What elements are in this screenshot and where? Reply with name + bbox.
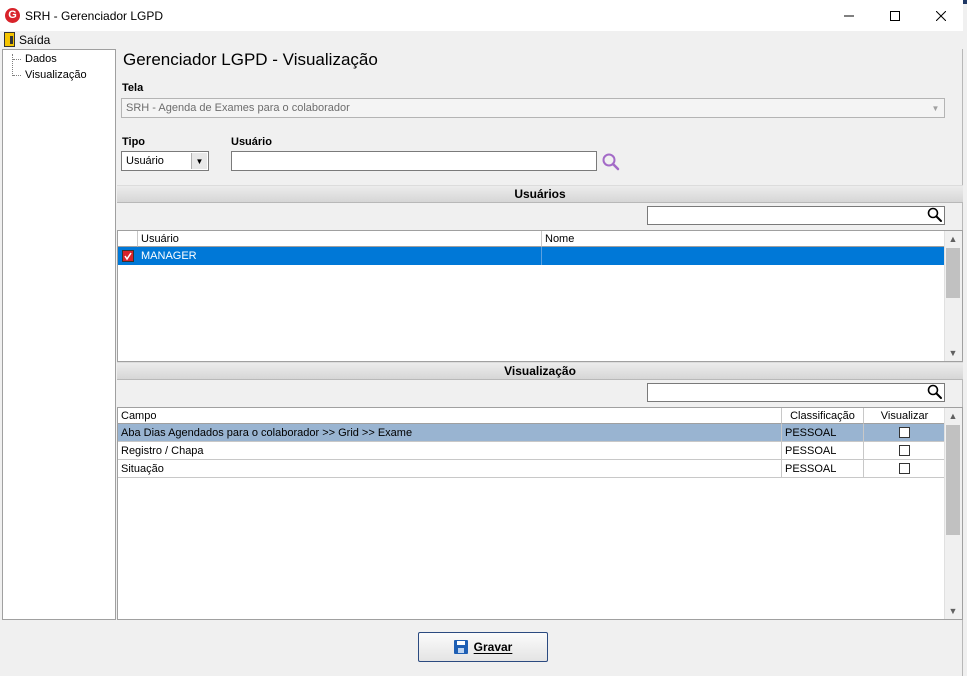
app-window: G SRH - Gerenciador LGPD Saída Dados Vis…: [0, 0, 963, 676]
cell-visualizar: [864, 424, 946, 442]
srh-logo-icon: G: [5, 8, 20, 23]
cell-campo: Situação: [118, 460, 782, 478]
page-title: Gerenciador LGPD - Visualização: [123, 50, 378, 69]
table-header-visualizar[interactable]: Visualizar: [864, 408, 946, 424]
usuarios-search-input[interactable]: [647, 206, 945, 225]
tipo-select[interactable]: Usuário ▼: [121, 151, 209, 171]
visualizacao-grid: Campo Classificação Visualizar Aba Dias …: [117, 407, 963, 620]
table-header-campo[interactable]: Campo: [118, 408, 782, 424]
tela-combobox[interactable]: SRH - Agenda de Exames para o colaborado…: [121, 98, 945, 118]
cell-usuario: MANAGER: [138, 247, 542, 265]
scroll-thumb[interactable]: [946, 425, 960, 535]
cell-campo: Registro / Chapa: [118, 442, 782, 460]
cell-visualizar: [864, 442, 946, 460]
close-button[interactable]: [918, 0, 964, 31]
scroll-down-icon[interactable]: ▼: [945, 603, 961, 619]
table-row[interactable]: MANAGER: [118, 247, 946, 265]
visualizacao-scrollbar[interactable]: ▲ ▼: [944, 408, 962, 619]
cell-classificacao: PESSOAL: [782, 460, 864, 478]
menu-exit[interactable]: Saída: [19, 33, 50, 47]
table-header-usuario[interactable]: Usuário: [138, 231, 542, 247]
usuarios-section-header: Usuários: [117, 185, 963, 203]
row-checkbox[interactable]: [122, 250, 134, 262]
cell-campo: Aba Dias Agendados para o colaborador >>…: [118, 424, 782, 442]
floppy-disk-icon: [453, 640, 468, 654]
cell-nome: [542, 247, 946, 265]
menu-bar: [0, 31, 963, 49]
usuario-label: Usuário: [231, 136, 272, 148]
visualizacao-search-input[interactable]: [647, 383, 945, 402]
visualizacao-section-header: Visualização: [117, 362, 963, 380]
scroll-down-icon[interactable]: ▼: [945, 345, 961, 361]
cell-visualizar: [864, 460, 946, 478]
scroll-up-icon[interactable]: ▲: [945, 231, 961, 247]
tree-item-visualizacao[interactable]: Visualização: [25, 69, 87, 81]
search-icon[interactable]: [601, 152, 621, 172]
visualizar-checkbox[interactable]: [899, 445, 910, 456]
cell-classificacao: PESSOAL: [782, 424, 864, 442]
table-header-classificacao[interactable]: Classificação: [782, 408, 864, 424]
usuarios-grid: Usuário Nome MANAGER ▲ ▼: [117, 230, 963, 362]
search-icon[interactable]: [926, 383, 944, 401]
tipo-value: Usuário: [126, 155, 164, 167]
scroll-thumb[interactable]: [946, 248, 960, 298]
save-button-label: Gravar: [473, 640, 513, 654]
table-header-check: [118, 231, 138, 247]
minimize-button[interactable]: [826, 0, 872, 31]
maximize-icon: [890, 10, 900, 21]
usuario-input[interactable]: [231, 151, 597, 171]
tela-value: SRH - Agenda de Exames para o colaborado…: [126, 102, 350, 114]
maximize-button[interactable]: [872, 0, 918, 31]
table-header-nome[interactable]: Nome: [542, 231, 946, 247]
scroll-up-icon[interactable]: ▲: [945, 408, 961, 424]
tela-label: Tela: [122, 82, 144, 94]
minimize-icon: [844, 15, 854, 16]
search-icon[interactable]: [926, 206, 944, 224]
cell-classificacao: PESSOAL: [782, 442, 864, 460]
chevron-down-icon: ▼: [191, 153, 207, 169]
window-title: SRH - Gerenciador LGPD: [25, 9, 164, 23]
save-button[interactable]: Gravar: [418, 632, 548, 662]
title-bar: G SRH - Gerenciador LGPD: [0, 0, 963, 31]
visualizar-checkbox[interactable]: [899, 463, 910, 474]
visualizar-checkbox[interactable]: [899, 427, 910, 438]
usuarios-scrollbar[interactable]: ▲ ▼: [944, 231, 962, 361]
chevron-down-icon: ▼: [931, 103, 940, 113]
tipo-label: Tipo: [122, 136, 146, 148]
navigation-tree: Dados Visualização: [2, 49, 116, 620]
tree-item-dados[interactable]: Dados: [25, 53, 57, 65]
close-icon: [936, 10, 946, 21]
exit-door-icon[interactable]: [4, 32, 15, 47]
